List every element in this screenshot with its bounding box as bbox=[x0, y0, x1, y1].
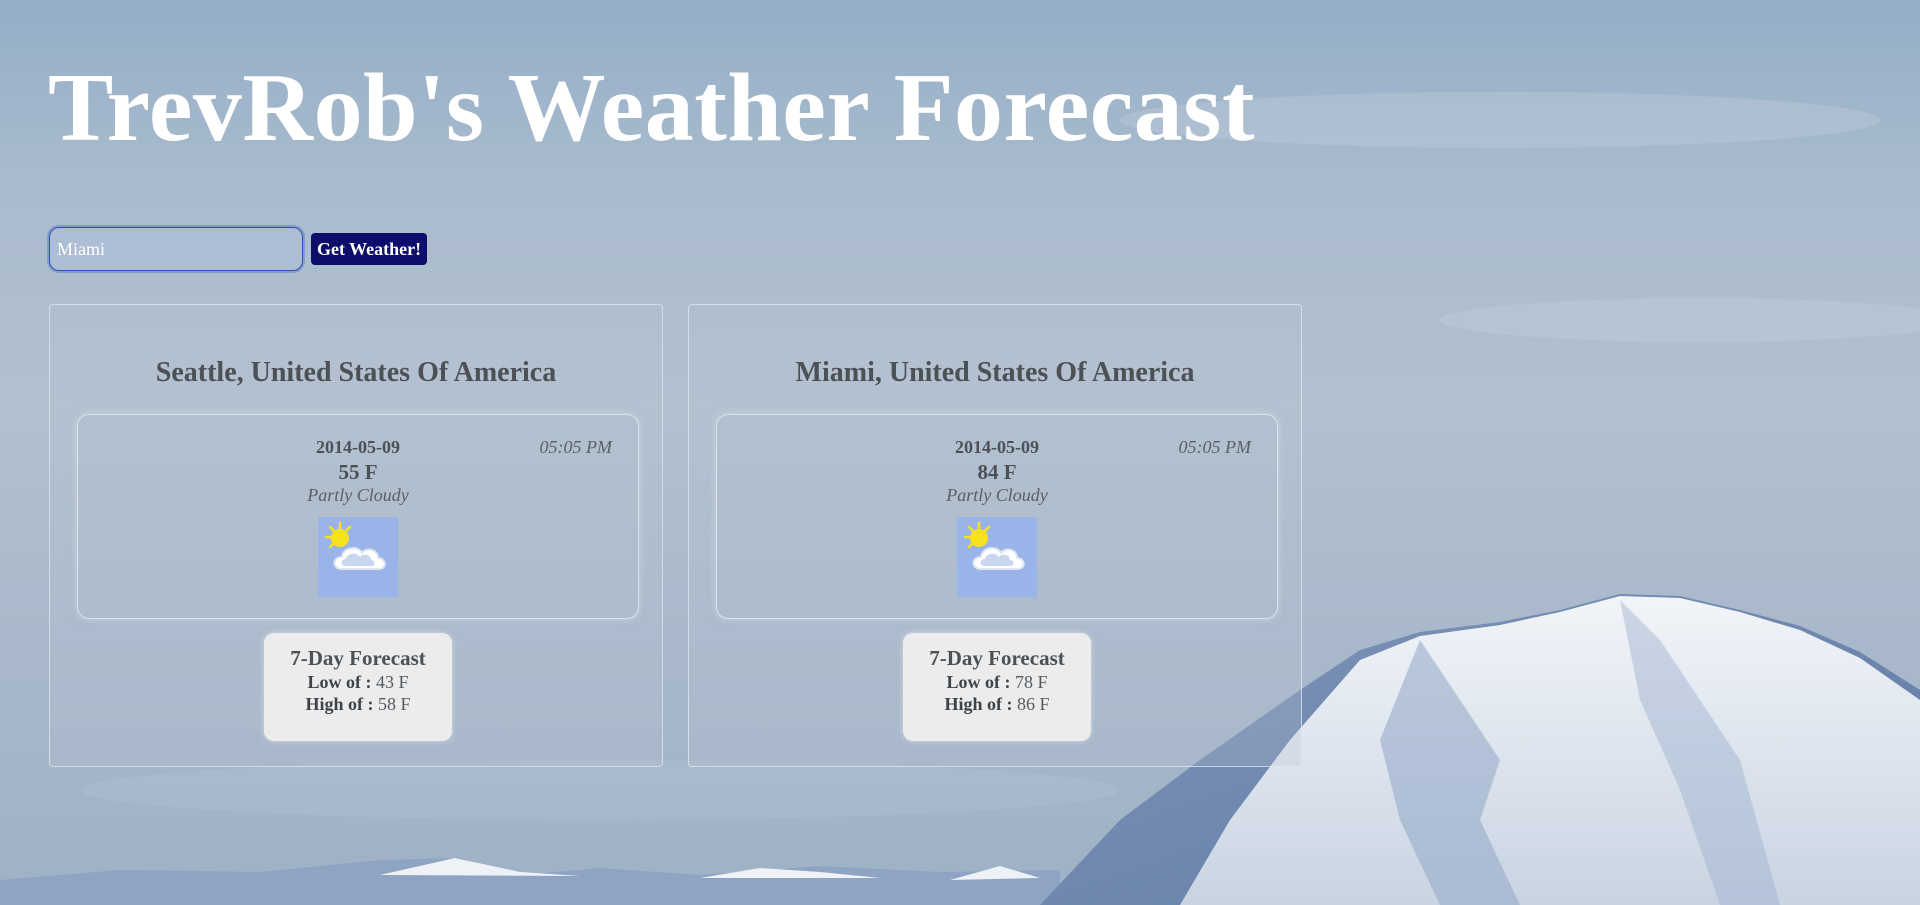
city-name: Seattle, United States Of America bbox=[155, 357, 557, 388]
weather-time: 05:05 PM bbox=[539, 437, 612, 457]
weather-condition: Partly Cloudy bbox=[946, 485, 1048, 505]
city-card-miami: Miami, United States Of America 2014-05-… bbox=[688, 304, 1302, 767]
current-temperature: 84 F bbox=[977, 460, 1017, 484]
city-cards: Seattle, United States Of America 2014-0… bbox=[49, 304, 1302, 767]
forecast-low: Low of : 78 F bbox=[903, 671, 1091, 693]
high-label: High of : bbox=[305, 694, 374, 714]
partly-cloudy-icon bbox=[318, 517, 398, 597]
get-weather-button[interactable]: Get Weather! bbox=[311, 233, 428, 265]
forecast-high: High of : 58 F bbox=[264, 693, 452, 715]
weather-time: 05:05 PM bbox=[1178, 437, 1251, 457]
partly-cloudy-icon bbox=[957, 517, 1037, 597]
weather-condition: Partly Cloudy bbox=[307, 485, 409, 505]
forecast-high: High of : 86 F bbox=[903, 693, 1091, 715]
current-weather-panel: 2014-05-09 05:05 PM 55 F Partly Cloudy bbox=[77, 414, 639, 619]
city-card-seattle: Seattle, United States Of America 2014-0… bbox=[49, 304, 663, 767]
seven-day-forecast: 7-Day Forecast Low of : 78 F High of : 8… bbox=[903, 633, 1091, 741]
high-value: 86 F bbox=[1017, 694, 1050, 714]
current-temperature: 55 F bbox=[338, 460, 378, 484]
search-form: Get Weather! bbox=[47, 225, 428, 273]
low-label: Low of : bbox=[946, 672, 1011, 692]
low-label: Low of : bbox=[307, 672, 372, 692]
low-value: 78 F bbox=[1014, 672, 1048, 692]
high-value: 58 F bbox=[378, 694, 411, 714]
high-label: High of : bbox=[944, 694, 1013, 714]
page-title: TrevRob's Weather Forecast bbox=[48, 54, 1255, 162]
forecast-title: 7-Day Forecast bbox=[929, 646, 1065, 670]
current-weather-panel: 2014-05-09 05:05 PM 84 F Partly Cloudy bbox=[716, 414, 1278, 619]
city-search-input[interactable] bbox=[47, 225, 305, 273]
city-name: Miami, United States Of America bbox=[795, 357, 1195, 388]
seven-day-forecast: 7-Day Forecast Low of : 43 F High of : 5… bbox=[264, 633, 452, 741]
low-value: 43 F bbox=[375, 672, 409, 692]
forecast-low: Low of : 43 F bbox=[264, 671, 452, 693]
forecast-title: 7-Day Forecast bbox=[290, 646, 426, 670]
